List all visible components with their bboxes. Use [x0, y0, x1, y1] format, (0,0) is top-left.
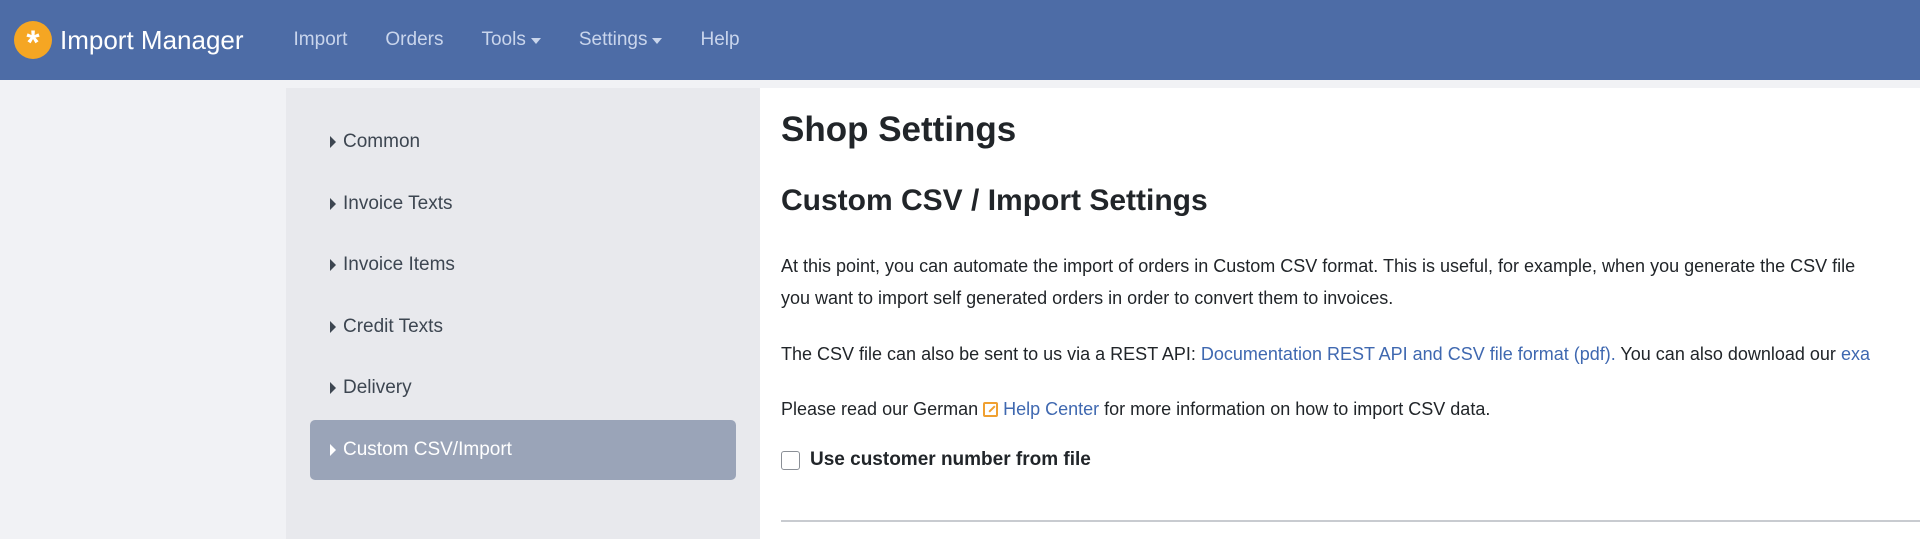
sidebar-item-label: Invoice Texts [343, 192, 453, 214]
sidebar-item-invoice-items[interactable]: Invoice Items [310, 235, 736, 295]
rest-api-paragraph: The CSV file can also be sent to us via … [781, 338, 1920, 370]
nav-orders-label: Orders [385, 29, 444, 50]
rest-api-doc-link[interactable]: Documentation REST API and CSV file form… [1201, 344, 1616, 364]
intro-paragraph: At this point, you can automate the impo… [781, 250, 1920, 314]
brand-name: Import Manager [60, 24, 244, 55]
nav-settings-label: Settings [578, 29, 648, 50]
rest-api-text: The CSV file can also be sent to us via … [781, 344, 1201, 364]
sidebar-item-label: Credit Texts [343, 315, 443, 337]
nav-help-label: Help [700, 29, 740, 50]
nav-orders[interactable]: Orders [385, 29, 443, 51]
download-text: You can also download our [1615, 344, 1841, 364]
section-divider [781, 520, 1920, 522]
page-title: Shop Settings [781, 110, 1017, 149]
caret-down-icon [530, 38, 541, 44]
use-customer-number-label[interactable]: Use customer number from file [810, 449, 1091, 471]
caret-down-icon [652, 38, 663, 44]
help-center-link[interactable]: Help Center [1003, 399, 1099, 419]
customer-number-option: Use customer number from file [781, 449, 1920, 471]
main-nav: Import Orders Tools Settings Help [294, 29, 778, 51]
main-content: Shop Settings Custom CSV / Import Settin… [760, 88, 1920, 539]
sidebar-item-common[interactable]: Common [310, 112, 736, 172]
help-center-paragraph: Please read our German Help Center for m… [781, 393, 1920, 425]
intro-line-2: you want to import self generated orders… [781, 288, 1394, 308]
sidebar-item-invoice-texts[interactable]: Invoice Texts [310, 174, 736, 234]
sidebar-item-delivery[interactable]: Delivery [310, 358, 736, 418]
nav-settings-dropdown[interactable]: Settings [579, 29, 663, 51]
caret-right-icon [330, 443, 336, 456]
nav-tools-label: Tools [481, 29, 526, 50]
use-customer-number-checkbox[interactable] [781, 450, 800, 470]
example-file-link[interactable]: exa [1841, 344, 1870, 364]
settings-sidebar: Common Invoice Texts Invoice Items Credi… [286, 88, 760, 539]
asterisk-logo-icon: * [14, 21, 52, 60]
nav-import-label: Import [293, 29, 348, 50]
help-text-suffix: for more information on how to import CS… [1099, 399, 1491, 419]
caret-right-icon [330, 382, 336, 394]
sidebar-item-label: Delivery [343, 377, 412, 398]
sidebar-item-label: Invoice Items [343, 254, 455, 275]
caret-right-icon [330, 320, 336, 333]
help-text-prefix: Please read our German [781, 399, 984, 419]
sidebar-item-custom-csv-import[interactable]: Custom CSV/Import [310, 419, 736, 480]
sidebar-item-label: Common [343, 131, 421, 152]
intro-line-1: At this point, you can automate the impo… [781, 256, 1856, 276]
top-navbar: * Import Manager Import Orders Tools Set… [0, 0, 1920, 80]
nav-import[interactable]: Import [294, 29, 348, 51]
section-title: Custom CSV / Import Settings [781, 184, 1208, 217]
sidebar-item-credit-texts[interactable]: Credit Texts [310, 297, 736, 357]
caret-right-icon [330, 259, 336, 271]
nav-tools-dropdown[interactable]: Tools [481, 29, 541, 51]
caret-right-icon [330, 197, 336, 210]
sidebar-item-label: Custom CSV/Import [343, 438, 512, 460]
external-link-icon [983, 402, 999, 417]
nav-help[interactable]: Help [700, 29, 739, 51]
caret-right-icon [330, 136, 336, 148]
brand[interactable]: * Import Manager [14, 21, 244, 60]
